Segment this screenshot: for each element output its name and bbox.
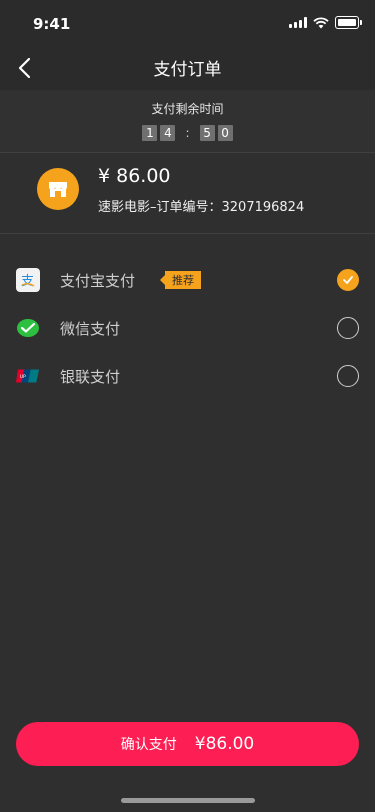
payment-option-label: 支付宝支付	[60, 271, 136, 290]
shop-icon	[37, 168, 79, 210]
checkmark-icon	[343, 276, 353, 284]
countdown-digit: 5	[199, 125, 215, 141]
countdown-label: 支付剩余时间	[151, 102, 224, 116]
home-indicator	[121, 798, 255, 803]
payment-option-wechat[interactable]: 微信支付	[0, 304, 375, 352]
status-time: 9:41	[33, 15, 71, 33]
countdown-digit: 4	[160, 125, 176, 141]
countdown-digit: 0	[217, 125, 233, 141]
payment-option-label: 微信支付	[60, 319, 121, 338]
wechat-pay-icon	[16, 316, 40, 340]
confirm-payment-amount: ¥86.00	[194, 734, 255, 754]
payment-option-label: 银联支付	[60, 367, 121, 386]
countdown-timer: 1 4 : 5 0	[142, 125, 233, 141]
order-description: 速影电影–订单编号：3207196824	[98, 200, 305, 215]
battery-icon	[335, 16, 362, 29]
countdown-separator: :	[185, 126, 190, 140]
status-bar: 9:41	[0, 0, 375, 44]
radio-unchecked[interactable]	[337, 365, 359, 387]
svg-text:UP: UP	[20, 374, 26, 380]
recommended-badge: 推荐	[160, 271, 201, 289]
nav-bar: 支付订单	[0, 44, 375, 90]
page-title: 支付订单	[153, 59, 222, 80]
countdown-digit: 1	[142, 125, 158, 141]
unionpay-icon: UP	[16, 364, 40, 388]
wifi-icon	[313, 16, 329, 28]
countdown-section: 支付剩余时间 1 4 : 5 0	[0, 90, 375, 153]
radio-unchecked[interactable]	[337, 317, 359, 339]
status-icons	[289, 16, 362, 29]
back-arrow-icon[interactable]	[14, 56, 38, 80]
order-summary: ¥ 86.00 速影电影–订单编号：3207196824	[0, 153, 375, 234]
cellular-signal-icon	[289, 17, 307, 28]
payment-option-unionpay[interactable]: UP 银联支付	[0, 352, 375, 400]
radio-checked[interactable]	[337, 269, 359, 291]
payment-method-list: 支 支付宝支付 推荐 微信支付 UP 银联支付	[0, 256, 375, 400]
svg-text:支: 支	[21, 274, 34, 289]
confirm-payment-button[interactable]: 确认支付 ¥86.00	[16, 722, 359, 766]
alipay-icon: 支	[16, 268, 40, 292]
confirm-payment-label: 确认支付	[120, 737, 177, 753]
payment-option-alipay[interactable]: 支 支付宝支付 推荐	[0, 256, 375, 304]
order-amount: ¥ 86.00	[98, 165, 171, 187]
